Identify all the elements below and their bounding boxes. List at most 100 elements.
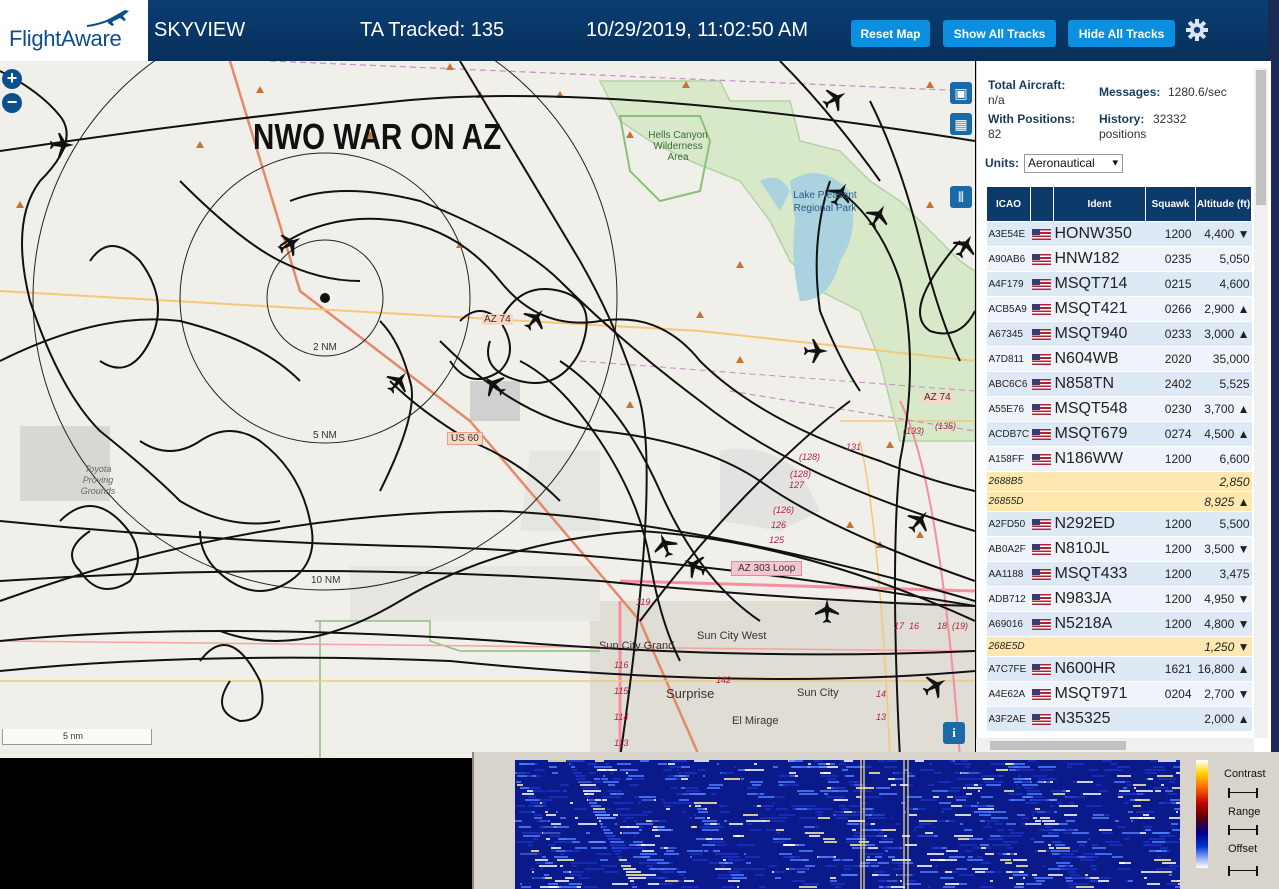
- ident-cell: N810JL: [1053, 536, 1146, 562]
- range-slider[interactable]: [1228, 825, 1258, 835]
- logo[interactable]: FlightAware: [0, 0, 148, 61]
- with-positions-label: With Positions:: [988, 112, 1076, 126]
- ident-cell: MSQT714: [1053, 271, 1146, 297]
- altitude-cell: 4,600: [1195, 271, 1252, 297]
- horizontal-scroll-thumb[interactable]: [990, 741, 1126, 750]
- show-all-tracks-button[interactable]: Show All Tracks: [943, 20, 1056, 47]
- reset-map-button[interactable]: Reset Map: [851, 20, 930, 47]
- squawk-cell: [1145, 636, 1196, 657]
- grid-icon[interactable]: ▦: [950, 113, 972, 135]
- table-row[interactable]: 2688B5 2,850: [986, 471, 1252, 492]
- altitude-cell: 4,400 ▼: [1195, 221, 1252, 247]
- columns-icon[interactable]: ⦀: [950, 186, 972, 208]
- table-row[interactable]: 26855D 8,925 ▲: [986, 491, 1252, 512]
- units-select[interactable]: Aeronautical: [1024, 154, 1123, 173]
- squawk-cell: 1200: [1145, 536, 1196, 562]
- altitude-cell: 2,850: [1195, 471, 1252, 492]
- flag-cell: [1030, 221, 1054, 247]
- altitude-cell: 2,700 ▼: [1195, 681, 1252, 707]
- map-layers-icon[interactable]: ▣: [950, 82, 972, 104]
- mile-marker: (128): [799, 452, 821, 462]
- range-label: Range: [1228, 806, 1261, 818]
- units-value: Aeronautical: [1028, 156, 1095, 170]
- table-row[interactable]: A158FF N186WW 1200 6,600: [986, 446, 1252, 472]
- table-row[interactable]: A3F2AE N35325 2,000 ▲: [986, 706, 1252, 732]
- col-flag[interactable]: [1030, 186, 1054, 222]
- zoom-out-button[interactable]: −: [2, 93, 22, 113]
- table-row[interactable]: A67345 MSQT940 0233 3,000 ▲: [986, 321, 1252, 347]
- table-row[interactable]: ACB5A9 MSQT421 0266 2,900 ▲: [986, 296, 1252, 322]
- table-row[interactable]: ADB712 N983JA 1200 4,950 ▼: [986, 586, 1252, 612]
- table-row[interactable]: A69016 N5218A 1200 4,800 ▼: [986, 611, 1252, 637]
- aircraft-table: ICAO Ident Squawk Altitude (ft) A3E54E HO…: [986, 186, 1252, 732]
- us-flag-icon: [1031, 663, 1051, 675]
- us-flag-icon: [1031, 453, 1051, 465]
- squawk-cell: 0266: [1145, 296, 1196, 322]
- gear-icon[interactable]: [1186, 19, 1208, 41]
- place-surprise: Surprise: [666, 686, 715, 701]
- messages-label: Messages:: [1099, 85, 1161, 99]
- mile-marker: (126): [773, 505, 795, 515]
- col-icao[interactable]: ICAO: [986, 186, 1031, 222]
- us-flag-icon: [1031, 568, 1051, 580]
- table-row[interactable]: A7C7FE N600HR 1621 16,800 ▲: [986, 656, 1252, 682]
- flag-cell: [1030, 371, 1054, 397]
- ident-cell: MSQT548: [1053, 396, 1146, 422]
- table-row[interactable]: ABC6C6 N858TN 2402 5,525: [986, 371, 1252, 397]
- table-row[interactable]: ACDB7C MSQT679 0274 4,500 ▲: [986, 421, 1252, 447]
- history-value: 32332: [1153, 112, 1187, 126]
- icao-cell: ACB5A9: [986, 296, 1031, 322]
- contrast-label: Contrast: [1224, 768, 1266, 780]
- col-ident[interactable]: Ident: [1053, 186, 1146, 222]
- altitude-cell: 5,500: [1195, 511, 1252, 537]
- with-positions-value: 82: [988, 127, 1002, 141]
- flag-cell: [1030, 681, 1054, 707]
- table-row[interactable]: A7D811 N604WB 2020 35,000: [986, 346, 1252, 372]
- table-row[interactable]: A2FD50 N292ED 1200 5,500: [986, 511, 1252, 537]
- squawk-cell: [1145, 471, 1196, 492]
- flag-cell: [1030, 611, 1054, 637]
- col-squawk[interactable]: Squawk: [1145, 186, 1196, 222]
- flag-cell: [1030, 421, 1054, 447]
- flag-cell: [1030, 271, 1054, 297]
- ident-cell: MSQT433: [1053, 561, 1146, 587]
- icao-cell: ACDB7C: [986, 421, 1031, 447]
- us-flag-icon: [1031, 228, 1051, 240]
- table-row[interactable]: A90AB6 HNW182 0235 5,050: [986, 246, 1252, 272]
- table-row[interactable]: A3E54E HONW350 1200 4,400 ▼: [986, 221, 1252, 247]
- table-row[interactable]: AA1188 MSQT433 1200 3,475: [986, 561, 1252, 587]
- ident-cell: MSQT679: [1053, 421, 1146, 447]
- us-flag-icon: [1031, 253, 1051, 265]
- history-unit: positions: [1099, 127, 1147, 141]
- table-row[interactable]: AB0A2F N810JL 1200 3,500 ▼: [986, 536, 1252, 562]
- mile-marker: (19): [952, 621, 969, 631]
- table-row[interactable]: A4F179 MSQT714 0215 4,600: [986, 271, 1252, 297]
- col-altitude[interactable]: Altitude (ft): [1195, 186, 1252, 222]
- flag-cell: [1030, 346, 1054, 372]
- altitude-cell: 2,000 ▲: [1195, 706, 1252, 732]
- table-row[interactable]: A4E62A MSQT971 0204 2,700 ▼: [986, 681, 1252, 707]
- table-row[interactable]: 268E5D 1,250 ▼: [986, 636, 1252, 657]
- hide-all-tracks-button[interactable]: Hide All Tracks: [1068, 20, 1175, 47]
- mile-marker: (128): [790, 469, 812, 479]
- table-row[interactable]: A55E76 MSQT548 0230 3,700 ▲: [986, 396, 1252, 422]
- total-aircraft-value: n/a: [988, 93, 1005, 107]
- altitude-cell: 35,000: [1195, 346, 1252, 372]
- info-button[interactable]: i: [943, 722, 965, 744]
- icao-cell: AA1188: [986, 561, 1031, 587]
- altitude-cell: 4,500 ▲: [1195, 421, 1252, 447]
- squawk-cell: 1200: [1145, 611, 1196, 637]
- contrast-slider[interactable]: [1228, 788, 1258, 798]
- altitude-cell: 4,800 ▼: [1195, 611, 1252, 637]
- icao-cell: AB0A2F: [986, 536, 1031, 562]
- offset-slider[interactable]: [1228, 866, 1258, 876]
- zoom-in-button[interactable]: +: [2, 69, 22, 89]
- map-canvas: [0, 61, 975, 758]
- map-view[interactable]: NWO WAR ON AZ + − ▣ ▦ ⦀ 2 NM 5 NM 10 NM …: [0, 61, 975, 758]
- spectrogram-waterfall: [515, 760, 1180, 889]
- altitude-cell: 4,950 ▼: [1195, 586, 1252, 612]
- ident-cell: MSQT971: [1053, 681, 1146, 707]
- icao-cell: A3E54E: [986, 221, 1031, 247]
- vertical-scroll-thumb[interactable]: [1256, 70, 1266, 205]
- altitude-cell: 3,500 ▼: [1195, 536, 1252, 562]
